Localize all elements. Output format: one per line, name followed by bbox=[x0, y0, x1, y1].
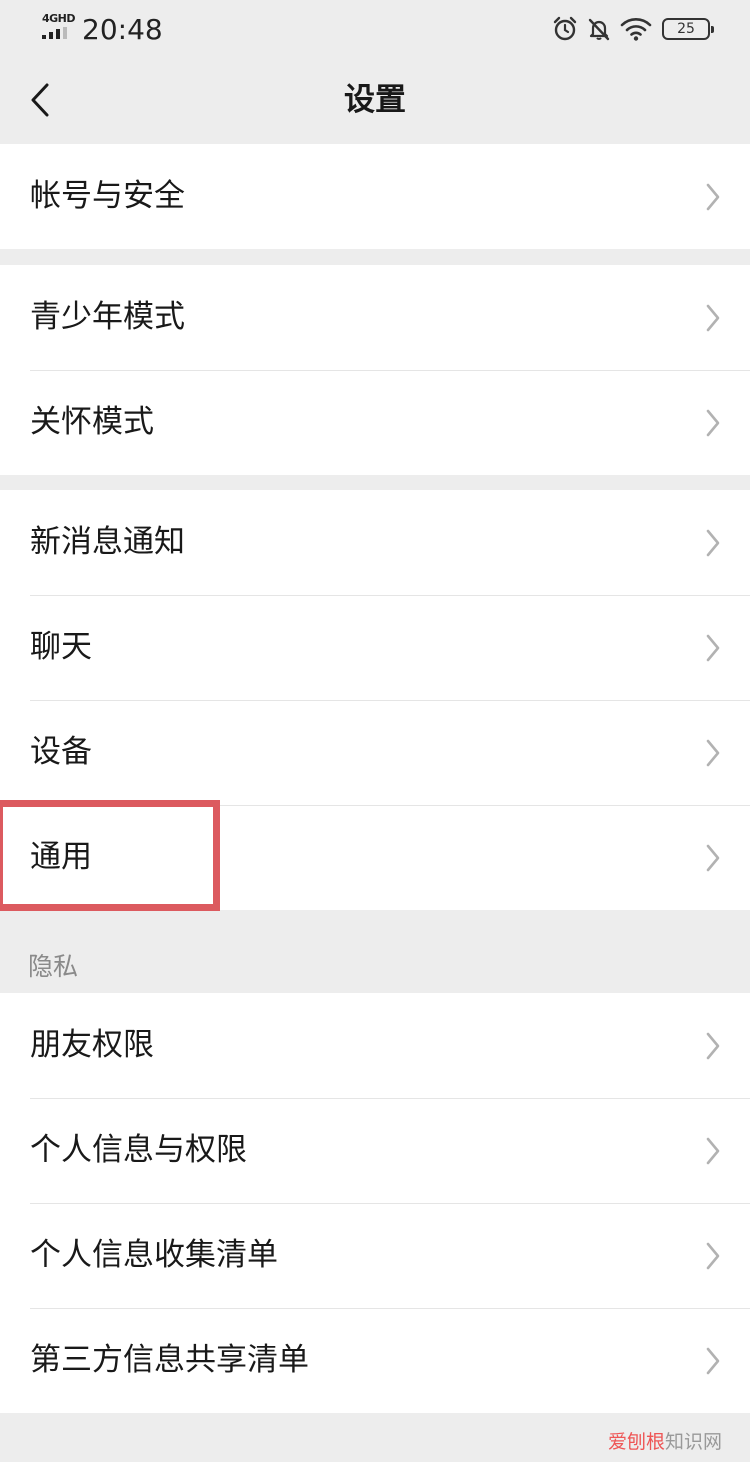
settings-item-label: 帐号与安全 bbox=[30, 178, 185, 214]
chevron-left-icon bbox=[31, 83, 49, 117]
chevron-right-icon bbox=[706, 1032, 720, 1060]
wifi-icon bbox=[620, 18, 652, 41]
bell-off-icon bbox=[588, 18, 610, 41]
chevron-right-icon bbox=[706, 183, 720, 211]
battery-icon: 25 bbox=[662, 18, 714, 40]
chevron-right-icon bbox=[706, 409, 720, 437]
chevron-right-icon bbox=[706, 1242, 720, 1270]
settings-item-label: 通用 bbox=[30, 839, 92, 875]
settings-item-label: 青少年模式 bbox=[30, 299, 185, 335]
chevron-right-icon bbox=[706, 739, 720, 767]
settings-group-modes: 青少年模式 关怀模式 bbox=[0, 265, 750, 475]
back-button[interactable] bbox=[18, 72, 62, 128]
alarm-icon bbox=[553, 16, 577, 41]
settings-item-personal-info-permissions[interactable]: 个人信息与权限 bbox=[0, 1098, 750, 1203]
settings-item-youth-mode[interactable]: 青少年模式 bbox=[0, 265, 750, 370]
settings-item-label: 朋友权限 bbox=[30, 1027, 154, 1063]
chevron-right-icon bbox=[706, 1137, 720, 1165]
nav-bar: 设置 bbox=[0, 60, 750, 144]
settings-group-privacy: 朋友权限 个人信息与权限 个人信息收集清单 第三方信息共享清单 bbox=[0, 993, 750, 1413]
watermark: 爱刨根知识网 bbox=[608, 1427, 722, 1454]
settings-item-account-security[interactable]: 帐号与安全 bbox=[0, 144, 750, 249]
settings-item-chat[interactable]: 聊天 bbox=[0, 595, 750, 700]
settings-item-label: 设备 bbox=[30, 734, 92, 770]
settings-item-label: 第三方信息共享清单 bbox=[30, 1342, 309, 1378]
settings-item-third-party-sharing[interactable]: 第三方信息共享清单 bbox=[0, 1308, 750, 1413]
cellular-signal-icon: 4GHD bbox=[42, 12, 76, 42]
chevron-right-icon bbox=[706, 634, 720, 662]
settings-item-label: 个人信息与权限 bbox=[30, 1132, 247, 1168]
page-title: 设置 bbox=[344, 82, 406, 118]
settings-item-label: 新消息通知 bbox=[30, 524, 185, 560]
network-type: 4GHD bbox=[42, 12, 76, 25]
status-time: 20:48 bbox=[82, 13, 163, 46]
settings-item-label: 关怀模式 bbox=[30, 404, 154, 440]
settings-item-label: 个人信息收集清单 bbox=[30, 1237, 278, 1273]
settings-item-general[interactable]: 通用 bbox=[0, 805, 750, 910]
chevron-right-icon bbox=[706, 529, 720, 557]
settings-item-personal-info-collection[interactable]: 个人信息收集清单 bbox=[0, 1203, 750, 1308]
settings-item-care-mode[interactable]: 关怀模式 bbox=[0, 370, 750, 475]
watermark-text: 知识网 bbox=[664, 1431, 722, 1453]
settings-item-friend-permissions[interactable]: 朋友权限 bbox=[0, 993, 750, 1098]
watermark-accent-text: 爱刨根 bbox=[607, 1431, 665, 1453]
settings-item-notifications[interactable]: 新消息通知 bbox=[0, 490, 750, 595]
settings-group-general: 新消息通知 聊天 设备 通用 bbox=[0, 490, 750, 910]
chevron-right-icon bbox=[706, 844, 720, 872]
battery-level: 25 bbox=[677, 21, 695, 37]
settings-group-account: 帐号与安全 bbox=[0, 144, 750, 249]
settings-item-devices[interactable]: 设备 bbox=[0, 700, 750, 805]
section-header-privacy: 隐私 bbox=[28, 952, 79, 981]
status-bar: 4GHD 20:48 25 bbox=[0, 0, 750, 60]
settings-item-label: 聊天 bbox=[30, 629, 92, 665]
chevron-right-icon bbox=[706, 304, 720, 332]
chevron-right-icon bbox=[706, 1347, 720, 1375]
